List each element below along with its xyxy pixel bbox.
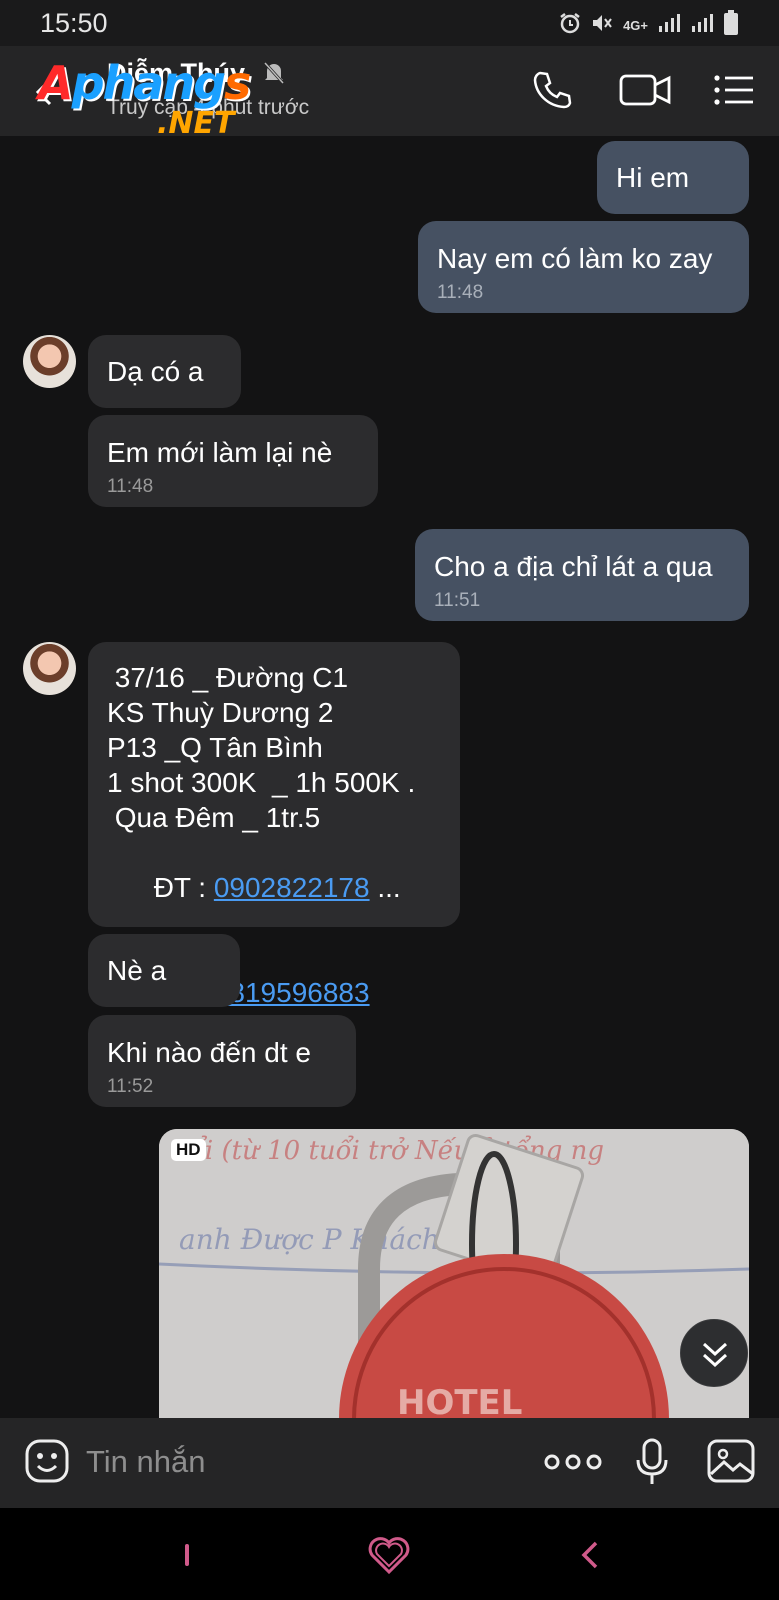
signal-icon bbox=[657, 12, 681, 39]
hd-badge: HD bbox=[171, 1139, 206, 1161]
message-bubble-incoming[interactable]: Khi nào đến dt e 11:52 bbox=[88, 1015, 356, 1107]
recent-apps-button[interactable] bbox=[162, 1530, 212, 1580]
watermark-net: .NET bbox=[157, 106, 235, 141]
network-type: 4G+ bbox=[623, 18, 648, 33]
recent-apps-icon bbox=[162, 1544, 212, 1584]
svg-text:HOTEL: HOTEL bbox=[397, 1383, 522, 1419]
battery-icon bbox=[723, 10, 739, 41]
microphone-icon bbox=[634, 1438, 670, 1490]
more-dots-icon bbox=[544, 1454, 602, 1486]
scroll-to-bottom-button[interactable] bbox=[680, 1319, 748, 1387]
message-text: Hi em bbox=[616, 162, 690, 193]
message-line: Qua Đêm _ 1tr.5 bbox=[107, 802, 321, 833]
message-text: Khi nào đến dt e bbox=[107, 1037, 311, 1068]
message-bubble-incoming[interactable]: Nè a bbox=[88, 934, 240, 1007]
home-button[interactable] bbox=[364, 1530, 414, 1580]
chat-header: Diễm Thúy Truy cập 4 phút trước Aphangs … bbox=[0, 46, 779, 141]
contact-avatar[interactable] bbox=[23, 642, 76, 695]
video-camera-icon bbox=[618, 74, 674, 116]
voice-message-button[interactable] bbox=[634, 1438, 670, 1486]
heart-icon bbox=[364, 1537, 414, 1584]
notification-muted-icon bbox=[262, 60, 286, 91]
double-chevron-down-icon bbox=[681, 1342, 749, 1392]
message-line: KS Thuỳ Dương 2 bbox=[107, 697, 334, 728]
message-bubble-outgoing[interactable]: Hi em bbox=[597, 141, 749, 214]
emoji-button[interactable] bbox=[24, 1438, 70, 1484]
message-text: Nè a bbox=[107, 955, 167, 986]
message-time: 11:48 bbox=[437, 282, 484, 303]
photo-content: ổi (từ 10 tuổi trở Nếu ở tổng ng anh Đượ… bbox=[159, 1129, 749, 1419]
list-menu-icon bbox=[712, 75, 756, 116]
photo-picker-button[interactable] bbox=[706, 1438, 756, 1484]
image-icon bbox=[706, 1439, 756, 1488]
message-line: 1 shot 300K _ 1h 500K . bbox=[107, 767, 416, 798]
video-call-button[interactable] bbox=[618, 68, 674, 116]
phone-line: ĐT : 0902822178 ... bbox=[107, 835, 441, 940]
status-icons: 4G+ bbox=[559, 10, 739, 41]
sticker-icon bbox=[24, 1439, 70, 1488]
message-line: 37/16 _ Đường C1 bbox=[107, 662, 349, 693]
system-back-button[interactable] bbox=[566, 1530, 616, 1580]
phone-prefix: ĐT : bbox=[153, 872, 214, 903]
phone-icon bbox=[530, 71, 574, 116]
message-bubble-incoming[interactable]: Dạ có a bbox=[88, 335, 241, 408]
alarm-icon bbox=[559, 12, 581, 39]
contact-avatar[interactable] bbox=[23, 335, 76, 388]
system-navigation-bar bbox=[0, 1508, 779, 1600]
call-button[interactable] bbox=[530, 68, 578, 116]
message-line: P13 _Q Tân Bình bbox=[107, 732, 323, 763]
message-bubble-outgoing[interactable]: Nay em có làm ko zay 11:48 bbox=[418, 221, 749, 313]
message-time: 11:48 bbox=[107, 476, 154, 497]
menu-button[interactable] bbox=[712, 68, 756, 116]
message-text: Em mới làm lại nè bbox=[107, 437, 333, 468]
more-options-button[interactable] bbox=[544, 1442, 602, 1482]
message-text: Nay em có làm ko zay bbox=[437, 243, 713, 274]
message-bubble-incoming[interactable]: 37/16 _ Đường C1 KS Thuỳ Dương 2 P13 _Q … bbox=[88, 642, 460, 1008]
watermark-logo: Aphangs bbox=[38, 56, 251, 110]
message-text: Cho a địa chỉ lát a qua bbox=[434, 551, 713, 582]
signal-icon-2 bbox=[690, 12, 714, 39]
chevron-left-icon bbox=[566, 1541, 616, 1584]
message-text: Dạ có a bbox=[107, 356, 204, 387]
mute-sound-icon bbox=[590, 12, 614, 39]
message-composer bbox=[0, 1418, 779, 1508]
phone-suffix: ... bbox=[369, 872, 401, 903]
message-time: 11:51 bbox=[434, 590, 481, 611]
phone-link[interactable]: 0902822178 bbox=[214, 872, 370, 903]
message-bubble-outgoing[interactable]: Cho a địa chỉ lát a qua 11:51 bbox=[415, 529, 749, 621]
photo-message[interactable]: ổi (từ 10 tuổi trở Nếu ở tổng ng anh Đượ… bbox=[159, 1129, 749, 1419]
message-bubble-incoming[interactable]: Em mới làm lại nè 11:48 bbox=[88, 415, 378, 507]
status-bar: 15:50 4G+ bbox=[0, 0, 779, 46]
status-time: 15:50 bbox=[40, 8, 108, 38]
message-time: 11:52 bbox=[107, 1076, 154, 1097]
message-input[interactable] bbox=[86, 1440, 506, 1484]
svg-text:anh Được P Khách.: anh Được P Khách. bbox=[179, 1223, 449, 1256]
